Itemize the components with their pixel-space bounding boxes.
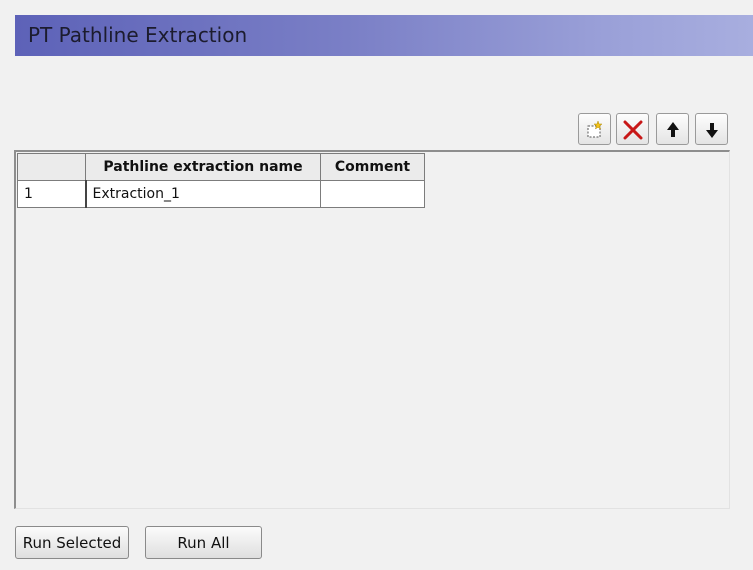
- move-down-button[interactable]: [695, 113, 728, 145]
- extraction-name-cell[interactable]: Extraction_1: [85, 180, 321, 208]
- table-row[interactable]: 1 Extraction_1: [17, 180, 425, 208]
- panel-title: PT Pathline Extraction: [15, 15, 753, 56]
- arrow-down-icon: [706, 123, 718, 138]
- run-selected-button[interactable]: Run Selected: [15, 526, 129, 559]
- table-header-row: Pathline extraction name Comment: [17, 153, 425, 181]
- new-item-icon: [587, 120, 603, 138]
- row-header-corner[interactable]: [17, 153, 86, 181]
- row-number-cell[interactable]: 1: [17, 180, 87, 208]
- column-header-name[interactable]: Pathline extraction name: [85, 153, 321, 181]
- move-up-button[interactable]: [656, 113, 689, 145]
- delete-x-icon: [623, 120, 643, 140]
- extraction-table: Pathline extraction name Comment 1 Extra…: [17, 153, 425, 208]
- run-all-button[interactable]: Run All: [145, 526, 262, 559]
- extraction-grid[interactable]: Pathline extraction name Comment 1 Extra…: [14, 150, 730, 509]
- add-row-button[interactable]: [578, 113, 611, 145]
- delete-row-button[interactable]: [616, 113, 649, 145]
- column-header-comment[interactable]: Comment: [320, 153, 425, 181]
- arrow-up-icon: [667, 122, 679, 137]
- comment-cell[interactable]: [320, 180, 425, 208]
